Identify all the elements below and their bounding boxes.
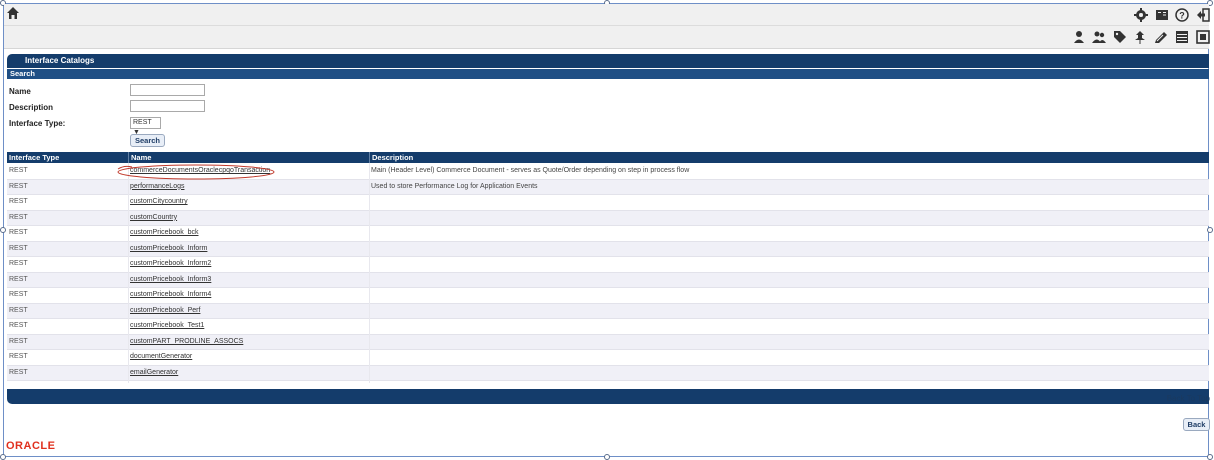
footer-bar (7, 389, 1209, 404)
back-button[interactable]: Back (1183, 418, 1210, 431)
table-row: REST customCountry (7, 210, 1209, 226)
users-icon[interactable] (1092, 30, 1106, 44)
table-row: REST customPricebook_Perf (7, 303, 1209, 319)
description-input[interactable] (130, 100, 205, 112)
cell-interface-type: REST (9, 337, 28, 345)
cell-name-link[interactable]: customPricebook_bck (130, 229, 198, 236)
table-row: REST customPricebook_Test1 (7, 319, 1209, 334)
cell-interface-type: REST (9, 275, 28, 283)
column-header-description[interactable]: Description (372, 153, 413, 162)
pin-icon[interactable] (1133, 30, 1147, 44)
table-row: REST customPricebook_bck (7, 226, 1209, 241)
svg-text:?: ? (1179, 11, 1185, 21)
cell-interface-type: REST (9, 368, 28, 376)
back-to-top-link[interactable]: Back To Top (1167, 394, 1210, 403)
table-row: REST customPricebook_Inform (7, 241, 1209, 257)
cell-interface-type: REST (9, 167, 28, 174)
cell-name-link[interactable]: customCitycountry (130, 198, 188, 205)
resize-handle (1207, 454, 1213, 460)
table-row: REST customCitycountry (7, 195, 1209, 210)
column-header-name[interactable]: Name (131, 153, 151, 162)
secondary-toolbar (4, 26, 1209, 49)
row-divider (7, 380, 1209, 381)
table-row: REST documentGenerator (7, 350, 1209, 365)
column-header-interface-type[interactable]: Interface Type (9, 153, 59, 162)
search-section-header: Search (7, 69, 1209, 79)
cell-name-link[interactable]: customPricebook_Inform2 (130, 260, 211, 267)
cell-interface-type: REST (9, 244, 28, 252)
book-icon[interactable] (1155, 8, 1169, 22)
cell-interface-type: REST (9, 306, 28, 314)
search-button[interactable]: Search (130, 134, 165, 147)
cell-interface-type: REST (9, 198, 28, 205)
table-row: REST customPricebook_Inform3 (7, 272, 1209, 288)
cell-name-link[interactable]: customPART_PRODLINE_ASSOCS (130, 338, 243, 345)
logout-icon[interactable] (1196, 8, 1210, 22)
resize-handle (604, 454, 610, 460)
description-label: Description (9, 103, 54, 112)
table-header: Interface Type Name Description (7, 152, 1209, 163)
name-label: Name (9, 87, 31, 96)
tag-icon[interactable] (1113, 30, 1127, 44)
column-divider (369, 152, 370, 163)
top-toolbar (4, 4, 1209, 26)
cell-name-link[interactable]: customPricebook_Inform3 (130, 276, 211, 283)
table-row: REST performanceLogs Used to store Perform… (7, 179, 1209, 195)
interface-type-select[interactable]: REST ▼ (130, 117, 161, 136)
page-title: Interface Catalogs (7, 54, 1209, 68)
table-row: REST customPricebook_Inform2 (7, 257, 1209, 272)
help-icon[interactable]: ? (1175, 8, 1189, 22)
interface-type-label: Interface Type: (9, 119, 66, 128)
cell-interface-type: REST (9, 353, 28, 360)
cell-name-link[interactable]: customPricebook_Perf (130, 307, 200, 314)
gear-icon[interactable] (1134, 8, 1148, 22)
oracle-logo: ORACLE (6, 440, 56, 452)
cell-name-link[interactable]: performanceLogs (130, 183, 184, 190)
cell-description: Used to store Performance Log for Applic… (371, 182, 538, 190)
resize-handle (0, 227, 6, 233)
cell-interface-type: REST (9, 229, 28, 236)
export-icon[interactable] (1196, 30, 1210, 44)
column-divider (128, 163, 129, 383)
cell-description: Main (Header Level) Commerce Document - … (371, 167, 690, 174)
cell-name-link[interactable]: emailGenerator (130, 369, 178, 376)
column-divider (128, 152, 129, 163)
red-annotation-ellipse (117, 164, 275, 180)
resize-handle (0, 454, 6, 460)
cell-interface-type: REST (9, 260, 28, 267)
cell-interface-type: REST (9, 291, 28, 298)
table-icon[interactable] (1175, 30, 1189, 44)
user-icon[interactable] (1072, 30, 1086, 44)
table-row: REST emailGenerator (7, 365, 1209, 381)
home-icon[interactable] (6, 6, 20, 20)
cell-name-link[interactable]: customPricebook_Inform4 (130, 291, 211, 298)
cell-name-link[interactable]: customPricebook_Test1 (130, 322, 204, 329)
pencil-icon[interactable] (1154, 30, 1168, 44)
name-input[interactable] (130, 84, 205, 96)
table-row: REST customPART_PRODLINE_ASSOCS (7, 334, 1209, 350)
cell-interface-type: REST (9, 322, 28, 329)
cell-name-link[interactable]: documentGenerator (130, 353, 192, 360)
column-divider (369, 163, 370, 383)
table-row: REST customPricebook_Inform4 (7, 288, 1209, 303)
cell-name-link[interactable]: customPricebook_Inform (130, 245, 207, 252)
cell-interface-type: REST (9, 182, 28, 190)
cell-name-link[interactable]: customCountry (130, 214, 177, 221)
cell-interface-type: REST (9, 213, 28, 221)
